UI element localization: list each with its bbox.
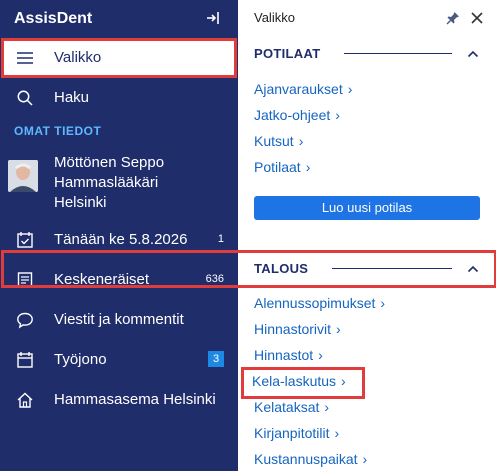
create-patient-button[interactable]: Luo uusi potilas bbox=[254, 196, 480, 220]
sidebar-item-today[interactable]: Tänään ke 5.8.2026 1 bbox=[0, 223, 238, 257]
link-label: Kustannuspaikat bbox=[254, 451, 358, 467]
search-label: Haku bbox=[54, 89, 90, 106]
chevron-right-icon: › bbox=[298, 133, 304, 149]
sidebar-item-clinic[interactable]: Hammasasema Helsinki bbox=[0, 383, 238, 417]
chevron-right-icon: › bbox=[324, 399, 330, 415]
sidebar-item-label: Viestit ja kommentit bbox=[54, 311, 184, 328]
chat-bubble-icon bbox=[16, 311, 34, 329]
chevron-right-icon: › bbox=[362, 451, 368, 467]
link-ajanvaraukset[interactable]: Ajanvaraukset › bbox=[254, 81, 352, 97]
close-icon[interactable] bbox=[470, 11, 484, 25]
sidebar-item-label: Tänään ke 5.8.2026 bbox=[54, 231, 188, 248]
link-hinnastorivit[interactable]: Hinnastorivit › bbox=[254, 321, 341, 337]
chevron-right-icon: › bbox=[305, 159, 311, 175]
link-label: Kelataksat bbox=[254, 399, 320, 415]
calendar-check-icon bbox=[16, 231, 34, 249]
menu-button[interactable]: Valikko bbox=[1, 38, 237, 78]
link-hinnastot[interactable]: Hinnastot › bbox=[254, 347, 323, 363]
link-alennussopimukset[interactable]: Alennussopimukset › bbox=[254, 295, 385, 311]
highlight-talous bbox=[1, 250, 496, 288]
search-icon bbox=[16, 89, 34, 107]
menu-label: Valikko bbox=[54, 49, 102, 66]
sidebar: AssisDent Valikko Haku OMAT TIEDOT Möttö… bbox=[0, 0, 238, 471]
link-label: Potilaat bbox=[254, 159, 301, 175]
link-kirjanpitotilit[interactable]: Kirjanpitotilit › bbox=[254, 425, 339, 441]
search-button[interactable]: Haku bbox=[0, 81, 238, 115]
group-title: POTILAAT bbox=[254, 46, 321, 61]
chevron-up-icon[interactable] bbox=[466, 47, 480, 61]
sidebar-item-worklist[interactable]: Työjono 3 bbox=[0, 343, 238, 377]
link-label: Jatko-ohjeet bbox=[254, 107, 331, 123]
app-brand: AssisDent bbox=[14, 10, 93, 27]
link-label: Ajanvaraukset bbox=[254, 81, 343, 97]
chevron-right-icon: › bbox=[336, 321, 341, 337]
link-label: Kirjanpitotilit bbox=[254, 425, 330, 441]
user-role: Hammaslääkäri bbox=[54, 174, 159, 191]
panel-title: Valikko bbox=[254, 10, 295, 25]
section-title-omat-tiedot: OMAT TIEDOT bbox=[14, 124, 102, 138]
highlight-kela-laskutus bbox=[241, 367, 365, 399]
home-icon bbox=[16, 391, 34, 409]
collapse-sidebar-icon[interactable] bbox=[204, 9, 222, 27]
divider bbox=[344, 53, 452, 54]
calendar-icon bbox=[16, 351, 34, 369]
link-kelataksat[interactable]: Kelataksat › bbox=[254, 399, 329, 415]
link-label: Alennussopimukset bbox=[254, 295, 376, 311]
user-name: Möttönen Seppo bbox=[54, 154, 165, 171]
user-profile[interactable]: Möttönen Seppo Hammaslääkäri Helsinki bbox=[0, 150, 238, 216]
hamburger-icon bbox=[16, 50, 34, 66]
count-badge: 1 bbox=[217, 233, 224, 245]
link-potilaat[interactable]: Potilaat › bbox=[254, 159, 310, 175]
sidebar-item-label: Työjono bbox=[54, 351, 107, 368]
link-kustannuspaikat[interactable]: Kustannuspaikat › bbox=[254, 451, 367, 467]
sidebar-header: AssisDent bbox=[0, 0, 238, 38]
chevron-right-icon: › bbox=[380, 295, 386, 311]
chevron-right-icon: › bbox=[347, 81, 353, 97]
group-header-potilaat[interactable]: POTILAAT bbox=[252, 40, 484, 68]
chevron-right-icon: › bbox=[334, 425, 340, 441]
panel-header: Valikko bbox=[238, 0, 496, 36]
link-label: Hinnastorivit bbox=[254, 321, 332, 337]
user-city: Helsinki bbox=[54, 194, 107, 211]
chevron-right-icon: › bbox=[318, 347, 323, 363]
sidebar-item-messages[interactable]: Viestit ja kommentit bbox=[0, 303, 238, 337]
menu-panel: Valikko POTILAAT Ajanvaraukset › Jatko-oh… bbox=[238, 0, 496, 471]
link-kutsut[interactable]: Kutsut › bbox=[254, 133, 303, 149]
chevron-right-icon: › bbox=[335, 107, 340, 123]
link-label: Hinnastot bbox=[254, 347, 314, 363]
count-badge: 3 bbox=[208, 351, 224, 367]
pin-icon[interactable] bbox=[446, 11, 460, 25]
sidebar-item-label: Hammasasema Helsinki bbox=[54, 391, 216, 408]
link-label: Kutsut bbox=[254, 133, 294, 149]
avatar bbox=[8, 160, 38, 192]
link-jatko-ohjeet[interactable]: Jatko-ohjeet › bbox=[254, 107, 340, 123]
